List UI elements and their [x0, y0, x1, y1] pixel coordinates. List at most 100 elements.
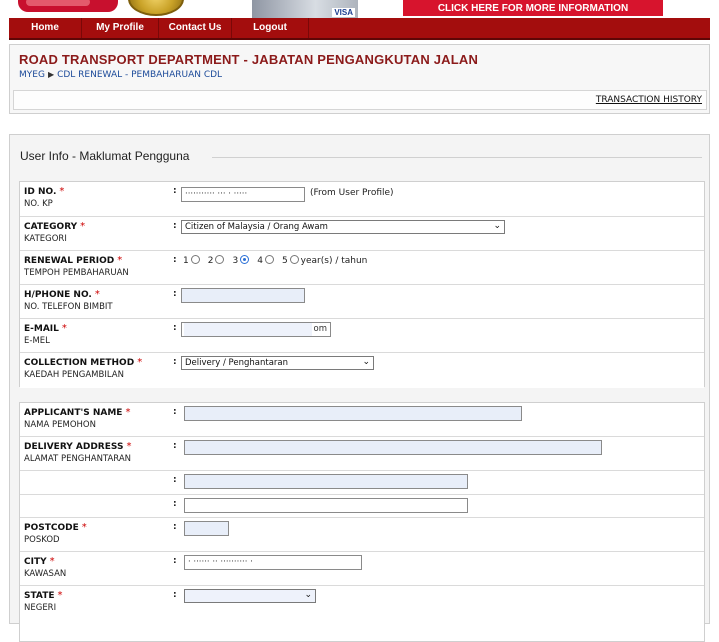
- row-phone: H/PHONE NO. * NO. TELEFON BIMBIT :: [20, 285, 704, 319]
- row-id-no: ID NO. * NO. KP : ··········· ··· · ····· …: [20, 182, 704, 217]
- radio-option-3[interactable]: 3: [232, 255, 250, 266]
- radio-button[interactable]: [289, 255, 299, 264]
- radio-label: 3: [232, 256, 239, 266]
- category-select[interactable]: Citizen of Malaysia / Orang Awam ⌄: [181, 220, 505, 234]
- transaction-history-link[interactable]: TRANSACTION HISTORY: [596, 95, 702, 105]
- user-details-table: ID NO. * NO. KP : ··········· ··· · ····· …: [19, 181, 705, 388]
- breadcrumb-arrow-icon: ▶: [47, 70, 55, 79]
- colon: :: [173, 441, 177, 451]
- email-field[interactable]: om: [181, 322, 331, 337]
- phone-field[interactable]: [181, 288, 305, 303]
- nav-contact-us[interactable]: Contact Us: [159, 18, 232, 38]
- renewal-period-radio-group: 1 2 3 4 5 year(s) / tahun: [183, 255, 367, 266]
- address-line-3-field[interactable]: [184, 498, 468, 513]
- visa-logo: VISA: [332, 8, 355, 17]
- category-selected-value: Citizen of Malaysia / Orang Awam: [185, 222, 328, 232]
- colon: :: [173, 186, 177, 196]
- address-line-1-field[interactable]: [184, 440, 602, 455]
- radio-option-2[interactable]: 2: [208, 255, 225, 266]
- postcode-label-ms: POSKOD: [24, 535, 60, 545]
- radio-label: 5: [281, 256, 288, 266]
- state-label-ms: NEGERI: [24, 603, 57, 613]
- colon: :: [173, 289, 177, 299]
- colon: :: [173, 255, 177, 265]
- postcode-label: POSTCODE: [24, 523, 79, 533]
- colon: :: [173, 590, 177, 600]
- colon: :: [173, 556, 177, 566]
- radio-option-1[interactable]: 1: [183, 255, 200, 266]
- legend-divider: [212, 157, 702, 158]
- breadcrumb: MYEG ▶ CDL RENEWAL - PEMBAHARUAN CDL: [19, 70, 222, 80]
- top-banner: VISA CLICK HERE FOR MORE INFORMATION: [0, 0, 719, 18]
- state-select[interactable]: ⌄: [184, 589, 316, 603]
- city-label-ms: KAWASAN: [24, 569, 67, 579]
- row-address-line-3: :: [20, 495, 704, 518]
- address-line-2-field[interactable]: [184, 474, 468, 489]
- myeg-logo: [18, 0, 118, 12]
- radio-option-4[interactable]: 4: [257, 255, 274, 266]
- required-mark: *: [81, 522, 87, 533]
- renewal-period-label-ms: TEMPOH PEMBAHARUAN: [24, 268, 129, 278]
- breadcrumb-myeg[interactable]: MYEG: [19, 70, 45, 80]
- page-header: ROAD TRANSPORT DEPARTMENT - JABATAN PENG…: [9, 44, 710, 114]
- id-no-label: ID NO.: [24, 187, 57, 197]
- renewal-period-unit: year(s) / tahun: [300, 256, 368, 266]
- phone-label-ms: NO. TELEFON BIMBIT: [24, 302, 113, 312]
- colon: :: [173, 407, 177, 417]
- row-renewal-period: RENEWAL PERIOD * TEMPOH PEMBAHARUAN : 1 2 3 4…: [20, 251, 704, 285]
- nav-home[interactable]: Home: [9, 18, 82, 38]
- id-no-field[interactable]: ··········· ··· · ·····: [181, 187, 305, 202]
- radio-button-selected[interactable]: [240, 255, 250, 264]
- collection-label: COLLECTION METHOD: [24, 358, 135, 368]
- collection-select[interactable]: Delivery / Penghantaran ⌄: [181, 356, 374, 370]
- required-mark: *: [61, 323, 67, 334]
- required-mark: *: [59, 186, 65, 197]
- applicant-name-label-ms: NAMA PEMOHON: [24, 420, 96, 430]
- required-mark: *: [117, 255, 123, 266]
- colon: :: [173, 475, 177, 485]
- nav-my-profile[interactable]: My Profile: [82, 18, 159, 38]
- delivery-details-table: APPLICANT'S NAME * NAMA PEMOHON : DELIVERY…: [19, 402, 705, 642]
- row-category: CATEGORY * KATEGORI : Citizen of Malaysia …: [20, 217, 704, 251]
- id-no-label-ms: NO. KP: [24, 199, 53, 209]
- breadcrumb-cdl-renewal[interactable]: CDL RENEWAL - PEMBAHARUAN CDL: [57, 70, 222, 80]
- row-city: CITY * KAWASAN : · ······ ·· ·········· ·: [20, 552, 704, 586]
- radio-label: 1: [183, 256, 189, 266]
- chevron-down-icon: ⌄: [304, 590, 312, 600]
- id-no-note: (From User Profile): [310, 188, 394, 198]
- row-collection: COLLECTION METHOD * KAEDAH PENGAMBILAN : D…: [20, 353, 704, 388]
- jpj-seal-logo: [128, 0, 184, 16]
- required-mark: *: [49, 556, 55, 567]
- collection-label-ms: KAEDAH PENGAMBILAN: [24, 370, 124, 380]
- radio-button[interactable]: [190, 255, 200, 264]
- row-applicant-name: APPLICANT'S NAME * NAMA PEMOHON :: [20, 403, 704, 437]
- main-nav: Home My Profile Contact Us Logout: [9, 18, 710, 40]
- postcode-field[interactable]: [184, 521, 229, 536]
- nav-logout[interactable]: Logout: [232, 18, 309, 38]
- more-information-button[interactable]: CLICK HERE FOR MORE INFORMATION: [403, 0, 663, 16]
- required-mark: *: [57, 590, 63, 601]
- applicant-name-label: APPLICANT'S NAME: [24, 408, 123, 418]
- renewal-period-label: RENEWAL PERIOD: [24, 256, 115, 266]
- required-mark: *: [80, 221, 86, 232]
- phone-label: H/PHONE NO.: [24, 290, 92, 300]
- radio-option-5[interactable]: 5: [282, 255, 299, 266]
- row-delivery-address: DELIVERY ADDRESS * ALAMAT PENGHANTARAN :: [20, 437, 704, 471]
- email-label-ms: E-MEL: [24, 336, 50, 346]
- row-address-line-2: :: [20, 471, 704, 495]
- colon: :: [173, 357, 177, 367]
- applicant-name-field[interactable]: [184, 406, 522, 421]
- page-title: ROAD TRANSPORT DEPARTMENT - JABATAN PENG…: [19, 52, 479, 67]
- collection-selected-value: Delivery / Penghantaran: [185, 358, 289, 368]
- row-state: STATE * NEGERI : ⌄: [20, 586, 704, 620]
- state-label: STATE: [24, 591, 55, 601]
- redacted-mask: [184, 323, 312, 336]
- delivery-address-label: DELIVERY ADDRESS: [24, 442, 124, 452]
- city-field[interactable]: · ······ ·· ·········· ·: [184, 555, 362, 570]
- radio-label: 2: [207, 256, 214, 266]
- category-label: CATEGORY: [24, 222, 78, 232]
- radio-button[interactable]: [215, 255, 225, 264]
- email-label: E-MAIL: [24, 324, 59, 334]
- colon: :: [173, 499, 177, 509]
- radio-button[interactable]: [264, 255, 274, 264]
